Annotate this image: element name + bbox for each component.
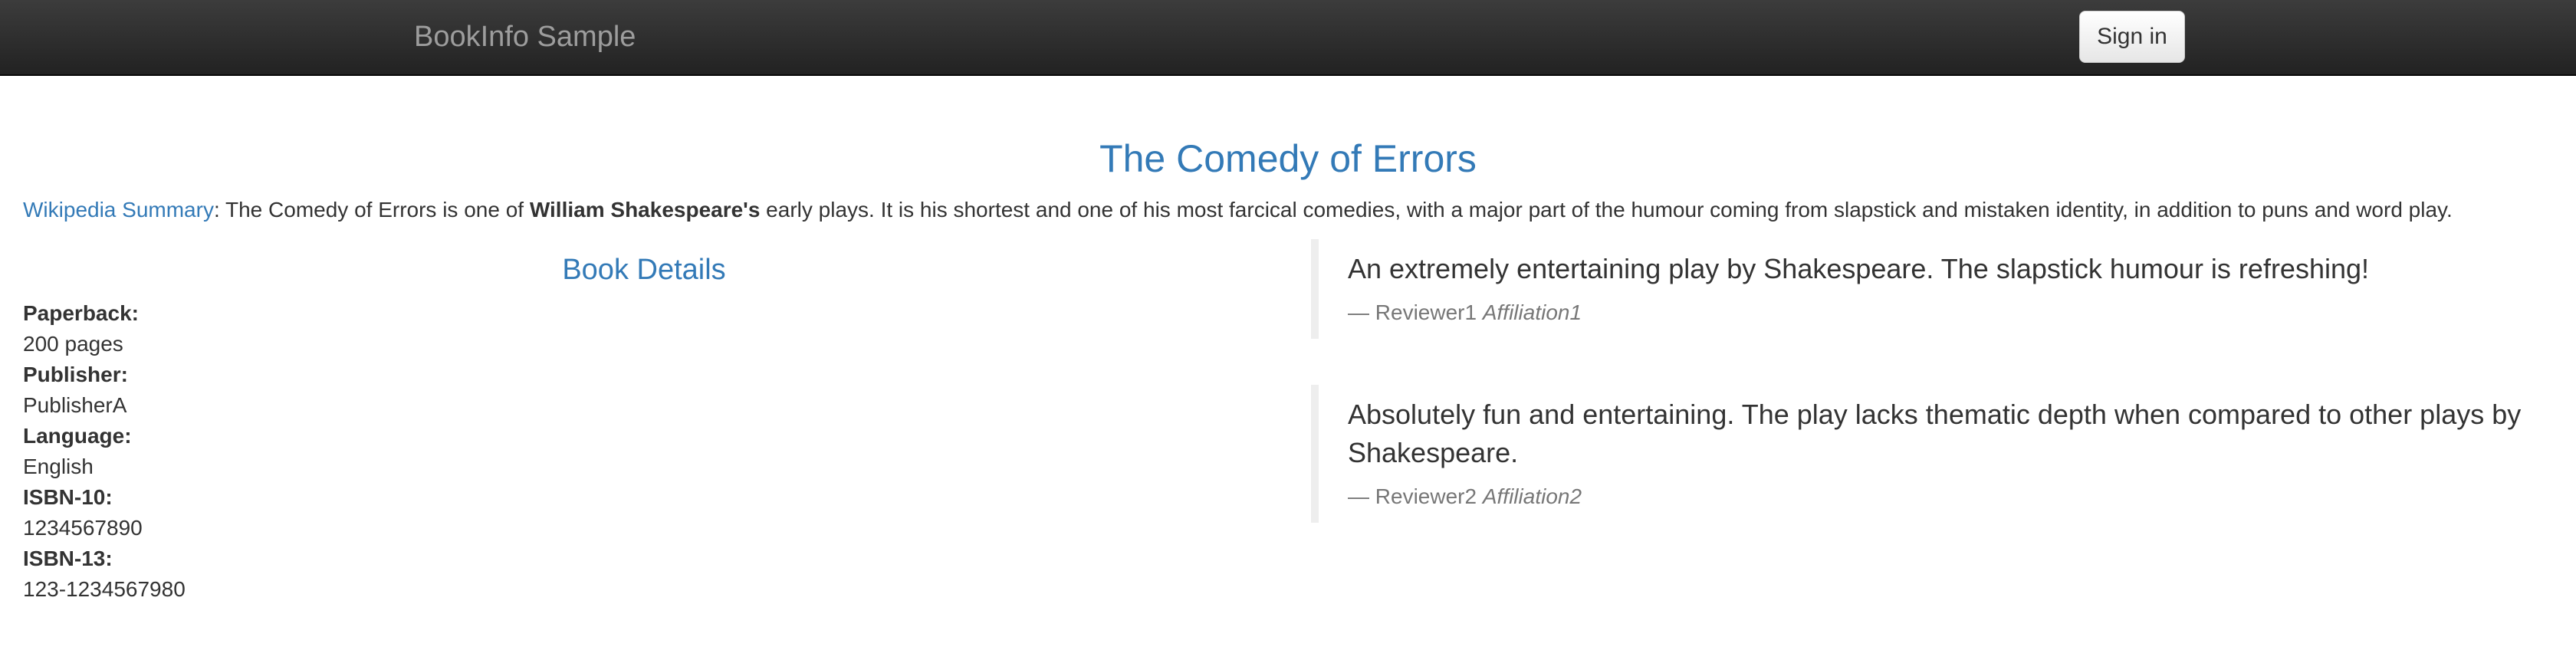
wikipedia-summary-link[interactable]: Wikipedia Summary <box>23 198 214 222</box>
reviewer-name: — Reviewer2 <box>1348 484 1477 508</box>
review-footer: — Reviewer2 Affiliation2 <box>1348 481 2538 512</box>
book-summary: Wikipedia Summary: The Comedy of Errors … <box>23 195 2561 225</box>
detail-value-isbn-13: 123-1234567980 <box>23 577 186 601</box>
reviewer-affiliation: Affiliation2 <box>1482 484 1582 508</box>
brand-link[interactable]: BookInfo Sample <box>414 20 636 54</box>
summary-author: William Shakespeare's <box>529 198 761 222</box>
detail-label-publisher: Publisher: <box>23 363 128 386</box>
navbar: BookInfo Sample Sign in <box>0 0 2576 76</box>
review-card: An extremely entertaining play by Shakes… <box>1311 239 2538 339</box>
review-card: Absolutely fun and entertaining. The pla… <box>1311 385 2538 523</box>
detail-value-language: English <box>23 455 94 478</box>
detail-value-publisher: PublisherA <box>23 393 127 417</box>
book-details-list: Paperback: 200 pages Publisher: Publishe… <box>23 298 186 605</box>
detail-label-language: Language: <box>23 424 132 448</box>
book-details-heading: Book Details <box>562 254 726 286</box>
sign-in-button[interactable]: Sign in <box>2079 11 2185 63</box>
detail-value-isbn-10: 1234567890 <box>23 516 143 540</box>
detail-label-isbn-10: ISBN-10: <box>23 485 113 509</box>
detail-value-paperback: 200 pages <box>23 332 123 356</box>
reviewer-name: — Reviewer1 <box>1348 300 1477 324</box>
summary-text-start: : The Comedy of Errors is one of <box>213 198 530 222</box>
book-title: The Comedy of Errors <box>1099 137 1477 180</box>
summary-text-end: early plays. It is his shortest and one … <box>760 198 2453 222</box>
detail-label-isbn-13: ISBN-13: <box>23 547 113 570</box>
review-text: An extremely entertaining play by Shakes… <box>1348 253 2370 284</box>
review-text: Absolutely fun and entertaining. The pla… <box>1348 399 2522 468</box>
review-footer: — Reviewer1 Affiliation1 <box>1348 297 2538 328</box>
reviewer-affiliation: Affiliation1 <box>1482 300 1582 324</box>
detail-label-paperback: Paperback: <box>23 301 139 325</box>
